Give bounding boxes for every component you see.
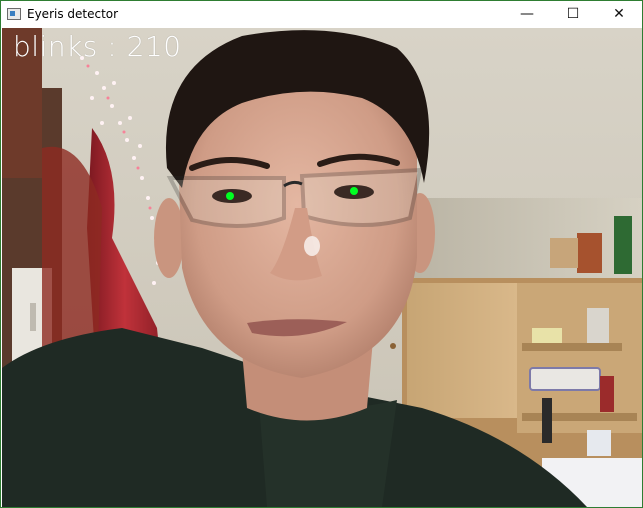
title-bar[interactable]: Eyeris detector — ☐ ✕ xyxy=(1,1,642,27)
minimize-icon: — xyxy=(520,6,534,22)
window-controls: — ☐ ✕ xyxy=(504,1,642,27)
close-button[interactable]: ✕ xyxy=(596,1,642,27)
camera-feed: blinks : 210 xyxy=(2,28,642,507)
maximize-icon: ☐ xyxy=(566,6,580,22)
window-title: Eyeris detector xyxy=(27,7,119,21)
eye-marker-layer xyxy=(226,187,358,200)
left-eye-marker xyxy=(226,192,234,200)
close-icon: ✕ xyxy=(613,6,625,22)
maximize-button[interactable]: ☐ xyxy=(550,1,596,27)
right-eye-marker xyxy=(350,187,358,195)
window-app-icon[interactable] xyxy=(7,8,21,20)
app-window: Eyeris detector — ☐ ✕ blinks: 210 xyxy=(0,0,643,508)
blink-counter: blinks : 210 xyxy=(13,30,182,63)
minimize-button[interactable]: — xyxy=(504,1,550,27)
